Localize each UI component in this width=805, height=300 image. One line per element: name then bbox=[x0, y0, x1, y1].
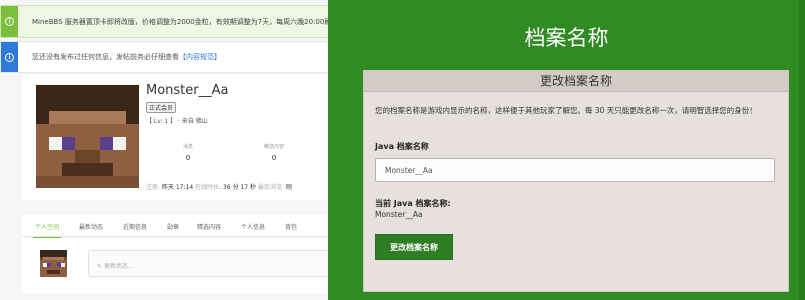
reminder-banner: i 您还没有发布过任何信息，发帖前务必仔细查看【内容规范】 bbox=[0, 41, 328, 73]
stat-messages: 消息 0 bbox=[163, 143, 213, 162]
stat-value: 0 bbox=[185, 154, 191, 162]
last-visit-value: 刚 bbox=[285, 184, 292, 191]
current-name-value: Monster__Aa bbox=[375, 210, 423, 219]
tab-latest-activity[interactable]: 最新动态 bbox=[79, 222, 103, 231]
tab-personal-space[interactable]: 个人空间 bbox=[32, 222, 62, 239]
registered-value: 昨天 17:14 bbox=[161, 184, 194, 191]
tab-backpack[interactable]: 背包 bbox=[285, 222, 297, 231]
tab-featured[interactable]: 精选内容 bbox=[197, 222, 221, 231]
online-label: 在线时长: bbox=[195, 184, 222, 191]
announcement-text: MineBBS 服务器置顶卡即将改版，价格调整为2000金粒，有效期调整为7天，… bbox=[32, 17, 328, 26]
registered-label: 注册: bbox=[146, 184, 161, 191]
online-value: 36 分 17 秒 bbox=[223, 184, 257, 191]
status-input[interactable]: ✎ 更新状态... bbox=[88, 250, 328, 277]
panel-title: 更改档案名称 bbox=[364, 71, 788, 92]
level-location: 【 Lv: 1 】 · 来自 佛山 bbox=[146, 118, 208, 125]
stat-value: 0 bbox=[271, 154, 277, 162]
page-title: 档案名称 bbox=[524, 26, 609, 50]
status-placeholder: 更新状态... bbox=[103, 263, 134, 270]
scrollbar[interactable] bbox=[799, 0, 805, 300]
profile-meta: 注册: 昨天 17:14 在线时长: 36 分 17 秒 最后浏览: 刚 bbox=[146, 182, 292, 191]
tab-personal-info[interactable]: 个人信息 bbox=[241, 222, 265, 231]
avatar[interactable] bbox=[36, 85, 139, 188]
status-composer: ✎ 更新状态... bbox=[22, 238, 328, 293]
stat-featured: 精选内容 0 bbox=[249, 143, 299, 162]
profile-card: Monster__Aa 正式会员 【 Lv: 1 】 · 来自 佛山 消息 0 … bbox=[22, 75, 328, 200]
profile-username: Monster__Aa bbox=[146, 83, 229, 98]
avatar[interactable] bbox=[40, 250, 67, 277]
stat-label: 精选内容 bbox=[263, 144, 284, 150]
announcement-banner: i MineBBS 服务器置顶卡即将改版，价格调整为2000金粒，有效期调整为7… bbox=[0, 5, 328, 38]
content-rules-link[interactable]: 【内容规范】 bbox=[179, 53, 221, 61]
profile-tabs: 个人空间 最新动态 近期信息 勋章 精选内容 个人信息 背包 bbox=[22, 215, 328, 239]
reminder-text: 您还没有发布过任何信息，发帖前务必仔细查看 bbox=[32, 53, 179, 61]
java-name-label: Java 档案名称 bbox=[375, 142, 429, 151]
tab-medals[interactable]: 勋章 bbox=[167, 222, 179, 231]
info-icon: i bbox=[1, 42, 18, 72]
stat-label: 消息 bbox=[182, 144, 193, 150]
forum-page: i MineBBS 服务器置顶卡即将改版，价格调整为2000金粒，有效期调整为7… bbox=[0, 0, 328, 300]
last-visit-label: 最后浏览: bbox=[257, 184, 284, 191]
info-icon: i bbox=[1, 6, 18, 37]
profile-name-dialog: 档案名称 更改档案名称 您的档案名称是游戏内显示的名称，这样便于其他玩家了解您。… bbox=[328, 0, 805, 300]
java-name-input[interactable] bbox=[375, 158, 775, 182]
change-name-button[interactable]: 更改档案名称 bbox=[375, 234, 453, 260]
current-name-label: 当前 Java 档案名称: bbox=[375, 199, 451, 208]
change-name-panel: 更改档案名称 您的档案名称是游戏内显示的名称，这样便于其他玩家了解您。每 30 … bbox=[363, 70, 789, 292]
pencil-icon: ✎ bbox=[97, 263, 103, 270]
tab-recent-info[interactable]: 近期信息 bbox=[123, 222, 147, 231]
panel-description: 您的档案名称是游戏内显示的名称，这样便于其他玩家了解您。每 30 天只能更改名称… bbox=[375, 106, 757, 115]
role-badge: 正式会员 bbox=[146, 102, 177, 113]
